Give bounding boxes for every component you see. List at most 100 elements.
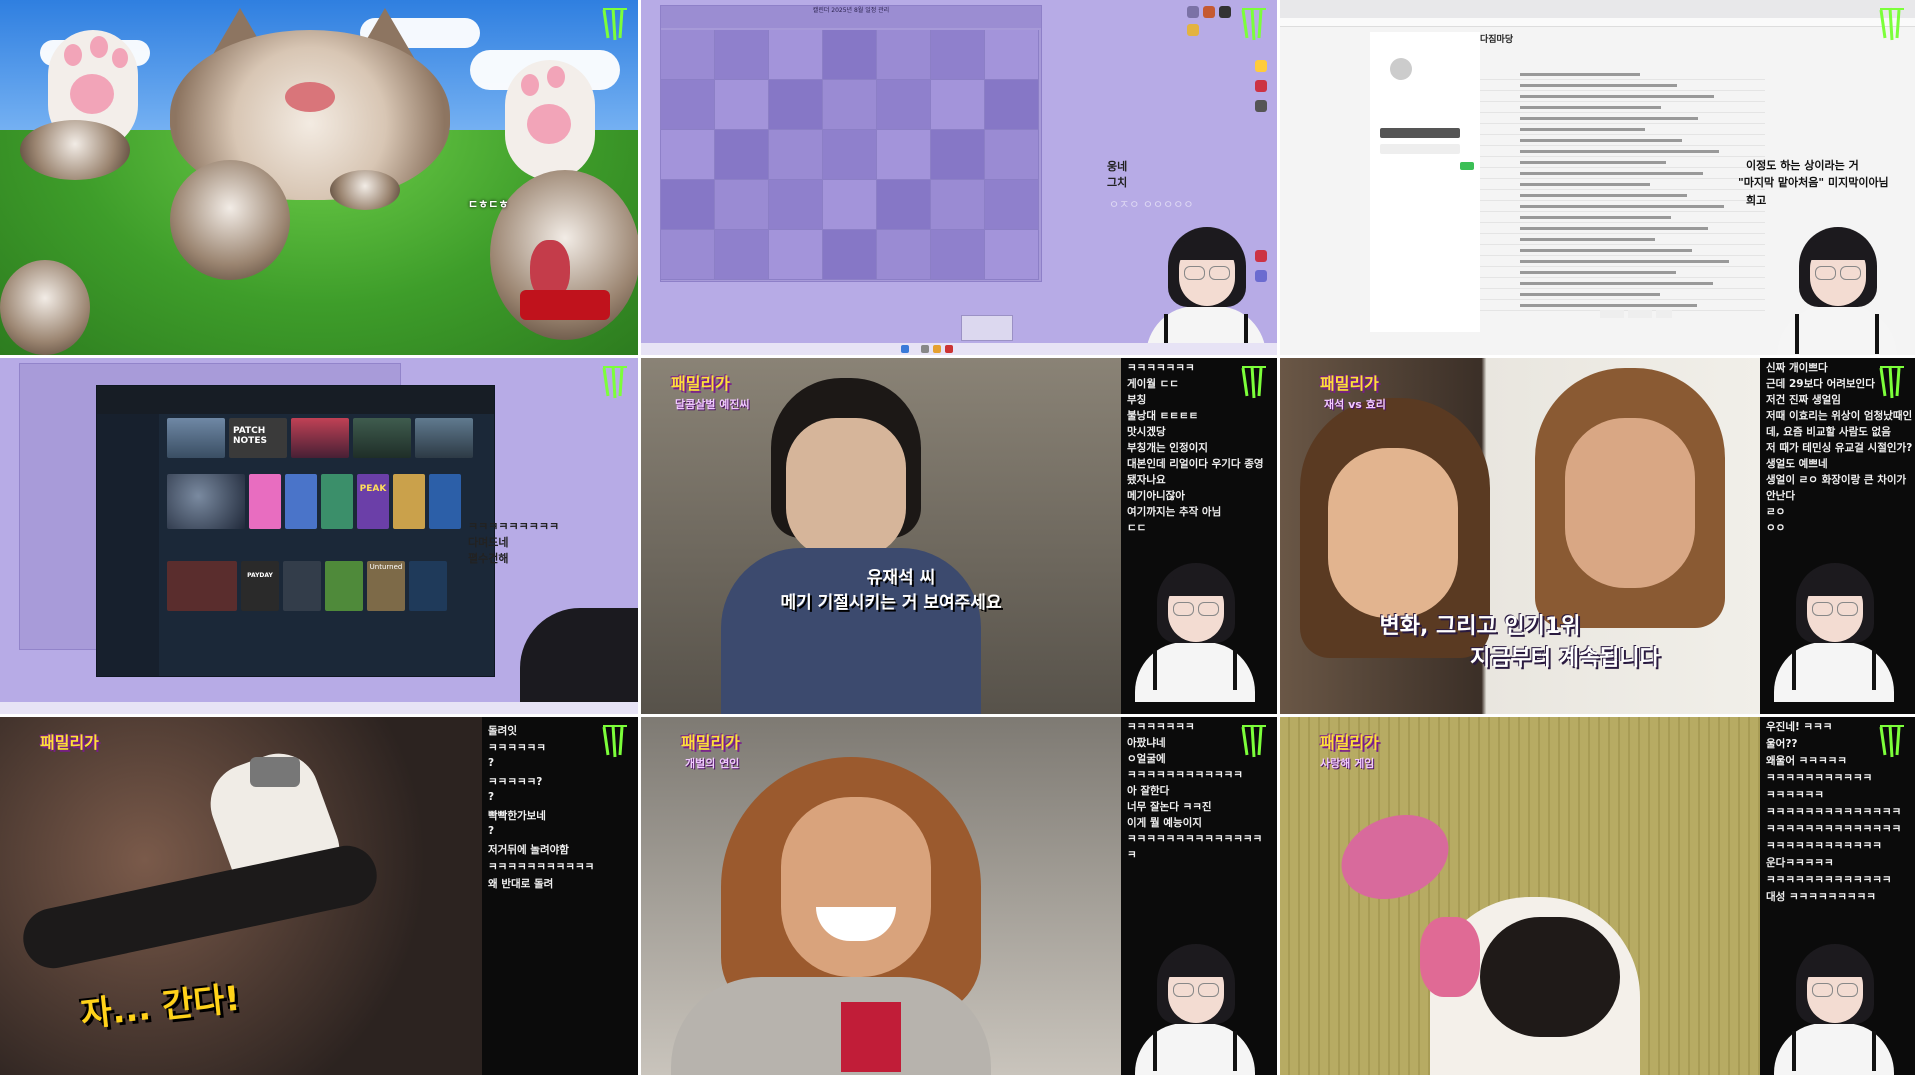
board-post-row[interactable] <box>1480 191 1765 201</box>
board-post-row[interactable] <box>1480 136 1765 146</box>
calendar-day-cell[interactable] <box>661 30 715 80</box>
chat-message: 여기까지는 추작 아님 <box>1127 506 1222 518</box>
chat-message: 안난다 <box>1766 490 1795 502</box>
board-post-row[interactable] <box>1480 235 1765 245</box>
calendar-day-cell[interactable] <box>661 230 715 280</box>
calendar-day-cell[interactable] <box>715 230 769 280</box>
taskbar-app-icon[interactable] <box>945 345 953 353</box>
calendar-day-cell[interactable] <box>715 180 769 230</box>
calendar-day-cell[interactable] <box>931 130 985 180</box>
board-post-row[interactable] <box>1480 257 1765 267</box>
board-post-row[interactable] <box>1480 125 1765 135</box>
calendar-day-cell[interactable] <box>985 180 1039 230</box>
board-post-row[interactable] <box>1480 180 1765 190</box>
desktop-icon[interactable] <box>1187 24 1199 36</box>
calendar-day-cell[interactable] <box>931 30 985 80</box>
calendar-day-cell[interactable] <box>823 180 877 230</box>
address-bar[interactable] <box>1280 18 1915 27</box>
board-post-row[interactable] <box>1480 158 1765 168</box>
calendar-day-cell[interactable] <box>877 180 931 230</box>
game-card[interactable] <box>325 561 363 611</box>
calendar-day-cell[interactable] <box>985 230 1039 280</box>
board-post-row[interactable] <box>1480 81 1765 91</box>
video-frame: 패밀리가 자... 간다! <box>0 717 482 1075</box>
payday-game-card[interactable]: PAYDAY <box>241 561 279 611</box>
game-card[interactable] <box>285 474 317 529</box>
game-card[interactable] <box>249 474 281 529</box>
menu-button[interactable] <box>1380 144 1460 154</box>
game-card[interactable] <box>415 418 473 458</box>
board-post-row[interactable] <box>1480 268 1765 278</box>
calendar-day-cell[interactable] <box>877 80 931 130</box>
desktop-icon[interactable] <box>1255 80 1267 92</box>
featured-game-card[interactable] <box>167 474 245 529</box>
calendar-day-cell[interactable] <box>661 130 715 180</box>
board-post-row[interactable] <box>1480 114 1765 124</box>
board-post-row[interactable] <box>1480 147 1765 157</box>
taskbar-app-icon[interactable] <box>921 345 929 353</box>
calendar-day-cell[interactable] <box>823 230 877 280</box>
calendar-day-cell[interactable] <box>877 130 931 180</box>
monster-energy-logo-icon <box>1239 6 1269 42</box>
calendar-day-cell[interactable] <box>985 80 1039 130</box>
desktop-icon[interactable] <box>1255 60 1267 72</box>
board-post-row[interactable] <box>1480 202 1765 212</box>
calendar-day-cell[interactable] <box>931 80 985 130</box>
patch-notes-card[interactable]: PATCH NOTES <box>229 418 287 458</box>
game-card[interactable] <box>167 418 225 458</box>
calendar-day-cell[interactable] <box>823 30 877 80</box>
game-card[interactable] <box>429 474 461 529</box>
board-post-row[interactable] <box>1480 290 1765 300</box>
board-post-row[interactable] <box>1480 213 1765 223</box>
game-card[interactable] <box>353 418 411 458</box>
board-post-row[interactable] <box>1480 70 1765 80</box>
calendar-day-cell[interactable] <box>715 130 769 180</box>
board-post-row[interactable] <box>1480 169 1765 179</box>
calendar-day-cell[interactable] <box>877 230 931 280</box>
start-icon[interactable] <box>901 345 909 353</box>
calendar-day-cell[interactable] <box>769 80 823 130</box>
peak-game-card[interactable]: PEAK <box>357 474 389 529</box>
desktop-icon[interactable] <box>1203 6 1215 18</box>
calendar-day-cell[interactable] <box>715 80 769 130</box>
calendar-day-cell[interactable] <box>769 30 823 80</box>
desktop-icon[interactable] <box>1187 6 1199 18</box>
calendar-day-cell[interactable] <box>661 80 715 130</box>
engine-belt <box>17 840 383 974</box>
write-post-button[interactable] <box>1380 128 1460 138</box>
calendar-day-cell[interactable] <box>715 30 769 80</box>
board-post-row[interactable] <box>1480 224 1765 234</box>
pagination-button[interactable] <box>1628 310 1652 318</box>
game-card[interactable] <box>393 474 425 529</box>
calendar-day-cell[interactable] <box>985 30 1039 80</box>
desktop-icon[interactable] <box>1255 100 1267 112</box>
pagination-button[interactable] <box>1600 310 1624 318</box>
calendar-day-cell[interactable] <box>931 230 985 280</box>
game-card[interactable] <box>321 474 353 529</box>
game-card[interactable] <box>283 561 321 611</box>
calendar-day-cell[interactable] <box>769 180 823 230</box>
calendar-day-cell[interactable] <box>985 130 1039 180</box>
board-post-row[interactable] <box>1480 246 1765 256</box>
streamer-webcam <box>1146 222 1266 355</box>
desktop-icon[interactable] <box>1219 6 1231 18</box>
calendar-day-cell[interactable] <box>877 30 931 80</box>
unturned-game-card[interactable]: Unturned <box>367 561 405 611</box>
calendar-day-cell[interactable] <box>823 80 877 130</box>
board-post-row[interactable] <box>1480 279 1765 289</box>
game-card[interactable] <box>167 561 237 611</box>
mini-popup <box>961 315 1013 341</box>
pagination-button[interactable] <box>1656 310 1672 318</box>
chat-message: ㅋㅋㅋㅋㅋㅋㅋㅋㅋㅋㅋ <box>488 861 595 873</box>
calendar-day-cell[interactable] <box>823 130 877 180</box>
calendar-day-cell[interactable] <box>661 180 715 230</box>
calendar-day-cell[interactable] <box>769 230 823 280</box>
board-post-row[interactable] <box>1480 103 1765 113</box>
game-card[interactable] <box>291 418 349 458</box>
game-card[interactable] <box>409 561 447 611</box>
calendar-day-cell[interactable] <box>931 180 985 230</box>
taskbar-app-icon[interactable] <box>933 345 941 353</box>
board-post-row[interactable] <box>1480 92 1765 102</box>
calendar-day-cell[interactable] <box>769 130 823 180</box>
profile-avatar[interactable] <box>1390 58 1412 80</box>
